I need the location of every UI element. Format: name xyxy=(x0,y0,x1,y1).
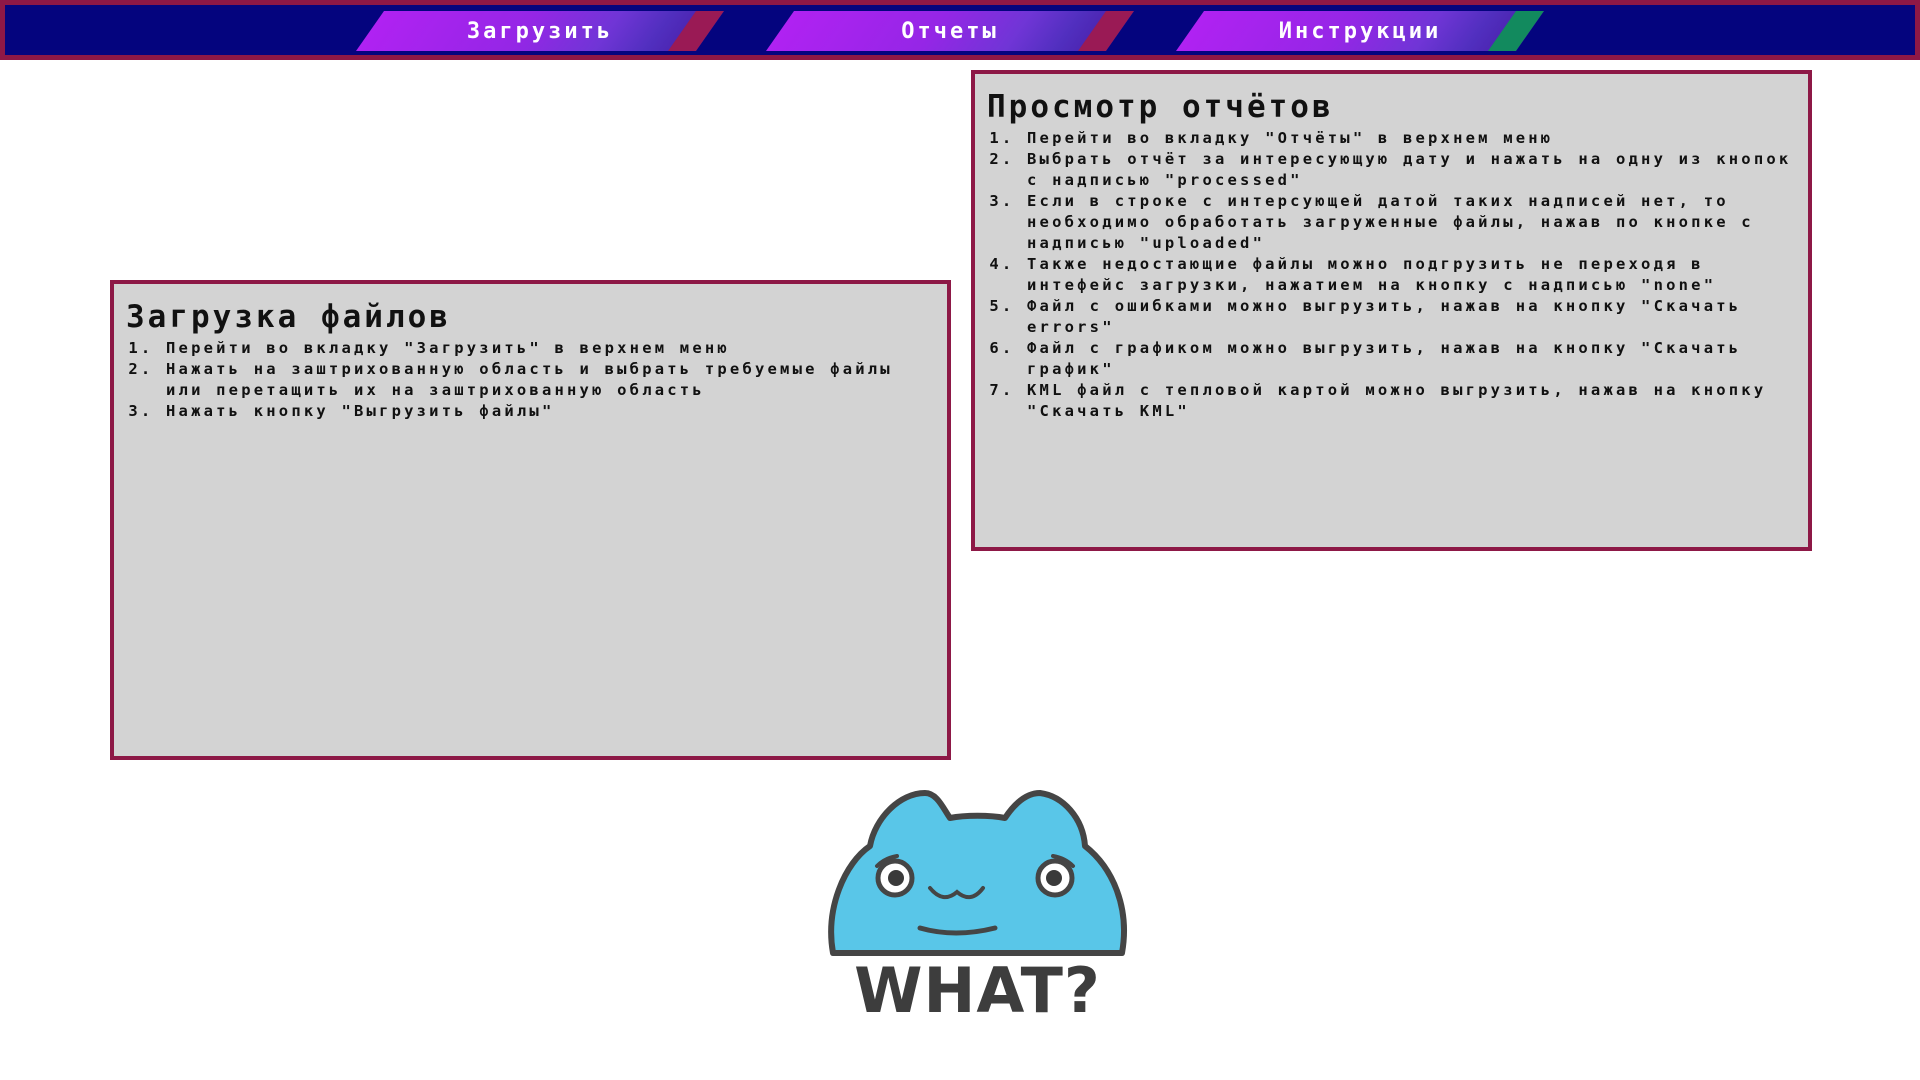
list-item: Нажать кнопку "Выгрузить файлы" xyxy=(166,401,935,422)
reports-instructions-panel: Просмотр отчётов Перейти во вкладку "Отч… xyxy=(971,70,1812,551)
reports-steps-list: Перейти во вкладку "Отчёты" в верхнем ме… xyxy=(987,128,1796,422)
tab-instructions[interactable]: Инструкции xyxy=(1175,11,1545,51)
list-item: Перейти во вкладку "Отчёты" в верхнем ме… xyxy=(1027,128,1796,149)
list-item: Также недостающие файлы можно подгрузить… xyxy=(1027,254,1796,296)
upload-steps-list: Перейти во вкладку "Загрузить" в верхнем… xyxy=(126,338,935,422)
list-item: Выбрать отчёт за интересующую дату и наж… xyxy=(1027,149,1796,191)
tab-reports-label: Отчеты xyxy=(901,18,999,44)
tab-upload-label: Загрузить xyxy=(466,18,614,44)
list-item: Перейти во вкладку "Загрузить" в верхнем… xyxy=(166,338,935,359)
tab-instructions-label: Инструкции xyxy=(1278,18,1442,44)
cat-mascot-icon xyxy=(828,790,1127,956)
tab-reports[interactable]: Отчеты xyxy=(765,11,1135,51)
cat-mascot-image: WHAT? xyxy=(825,788,1130,1033)
reports-panel-title: Просмотр отчётов xyxy=(987,89,1334,125)
upload-instructions-panel: Загрузка файлов Перейти во вкладку "Загр… xyxy=(110,280,951,760)
top-nav: Загрузить Отчеты Инструкции xyxy=(0,0,1920,60)
tab-upload[interactable]: Загрузить xyxy=(355,11,725,51)
list-item: Файл с графиком можно выгрузить, нажав н… xyxy=(1027,338,1796,380)
list-item: Нажать на заштрихованную область и выбра… xyxy=(166,359,935,401)
list-item: Если в строке с интерсующей датой таких … xyxy=(1027,191,1796,254)
list-item: KML файл с тепловой картой можно выгрузи… xyxy=(1027,380,1796,422)
mascot-caption: WHAT? xyxy=(854,954,1101,1027)
upload-panel-title: Загрузка файлов xyxy=(126,299,451,335)
list-item: Файл с ошибками можно выгрузить, нажав н… xyxy=(1027,296,1796,338)
